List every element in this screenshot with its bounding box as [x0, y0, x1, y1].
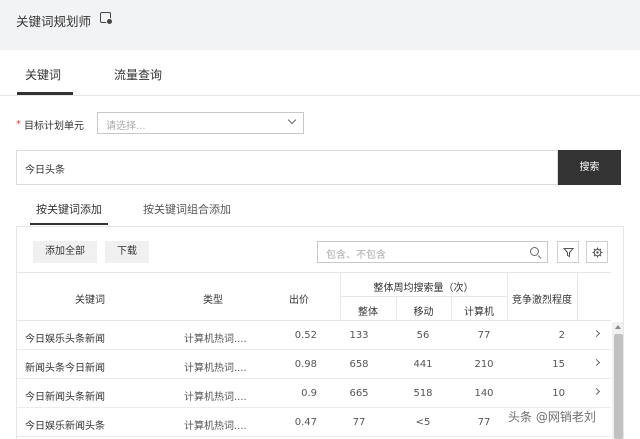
- col-divider: [577, 272, 578, 320]
- keyword-search-input[interactable]: 今日头条: [16, 150, 558, 185]
- main-tabs: 关键词 流量查询: [0, 50, 640, 96]
- row-type: 计算机热词....: [184, 334, 247, 345]
- search-input-value: 今日头条: [25, 165, 65, 176]
- tab-traffic-query[interactable]: 流量查询: [114, 66, 162, 83]
- col-header-type: 类型: [203, 295, 223, 306]
- required-mark: *: [16, 119, 21, 130]
- table-header-top-border: [17, 272, 611, 273]
- row-type: 计算机热词....: [184, 421, 247, 432]
- watermark: 头条 @网销老刘: [508, 410, 596, 424]
- row-keyword: 新闻头条今日新闻: [25, 363, 105, 374]
- gear-icon: [592, 247, 603, 258]
- row-pc: 77: [477, 330, 491, 341]
- subtab-add-by-combination[interactable]: 按关键词组合添加: [143, 201, 231, 217]
- row-pc: 140: [474, 388, 494, 399]
- row-type: 计算机热词....: [184, 363, 247, 374]
- scroll-up-arrow-icon[interactable]: [615, 325, 621, 329]
- unit-select[interactable]: 请选择...: [97, 112, 304, 134]
- table-row[interactable]: 今日娱乐头条新闻 计算机热词.... 0.52 133 56 77 2: [17, 321, 611, 350]
- active-subtab-indicator: [30, 223, 108, 225]
- row-keyword: 今日新闻头条新闻: [25, 392, 105, 403]
- row-pc: 210: [474, 359, 494, 370]
- chevron-right-icon[interactable]: [592, 358, 601, 367]
- col-header-keyword: 关键词: [75, 295, 105, 306]
- add-all-button[interactable]: 添加全部: [33, 241, 97, 263]
- subtab-add-by-keyword[interactable]: 按关键词添加: [36, 201, 102, 217]
- row-bid: 0.47: [294, 417, 317, 428]
- search-button[interactable]: 搜索: [558, 150, 621, 185]
- page-title: 关键词规划师: [16, 14, 92, 29]
- row-bid: 0.98: [294, 359, 317, 370]
- chevron-right-icon[interactable]: [592, 387, 601, 396]
- row-competition: 15: [552, 359, 565, 370]
- download-button[interactable]: 下载: [105, 241, 149, 263]
- row-competition: 2: [558, 330, 565, 341]
- row-mobile: 518: [413, 388, 433, 399]
- filter-placeholder: 包含、不包含: [326, 250, 386, 261]
- row-all: 77: [352, 417, 366, 428]
- chevron-down-icon: [287, 115, 297, 125]
- unit-select-placeholder: 请选择...: [106, 121, 146, 132]
- row-mobile: <5: [415, 417, 431, 428]
- col-header-mobile[interactable]: 移动: [396, 303, 451, 318]
- row-all: 658: [349, 359, 369, 370]
- col-header-bid[interactable]: 出价: [282, 291, 316, 306]
- table-row[interactable]: 新闻头条今日新闻 计算机热词.... 0.98 658 441 210 15: [17, 350, 611, 379]
- filter-input[interactable]: 包含、不包含: [317, 241, 548, 263]
- info-card-icon[interactable]: [100, 12, 113, 25]
- row-mobile: 441: [413, 359, 433, 370]
- col-header-pc[interactable]: 计算机: [451, 303, 507, 318]
- row-all: 133: [349, 330, 369, 341]
- row-type: 计算机热词....: [184, 392, 247, 403]
- row-bid: 0.52: [294, 330, 317, 341]
- table-row[interactable]: 今日新闻头条新闻 计算机热词.... 0.9 665 518 140 10: [17, 379, 611, 408]
- funnel-icon: [563, 248, 574, 258]
- settings-button[interactable]: [586, 241, 608, 263]
- unit-label: 目标计划单元: [24, 121, 84, 132]
- top-bar: 关键词规划师: [0, 0, 640, 50]
- tab-keyword[interactable]: 关键词: [25, 66, 61, 83]
- row-bid: 0.9: [301, 388, 317, 399]
- row-all: 665: [349, 388, 369, 399]
- col-header-competition[interactable]: 竞争激烈程度: [507, 291, 577, 306]
- chevron-right-icon[interactable]: [592, 329, 601, 338]
- filter-funnel-button[interactable]: [557, 241, 579, 263]
- row-keyword: 今日娱乐新闻头条: [25, 421, 105, 432]
- row-competition: 10: [552, 388, 565, 399]
- scrollbar-thumb[interactable]: [614, 334, 623, 439]
- active-tab-indicator: [17, 92, 73, 95]
- row-pc: 77: [477, 417, 491, 428]
- search-icon[interactable]: [530, 247, 539, 256]
- table-header-mid-border: [340, 296, 507, 297]
- row-mobile: 56: [416, 330, 430, 341]
- col-header-weekly-search: 整体周均搜索量（次）: [373, 283, 474, 294]
- col-header-all[interactable]: 整体: [340, 303, 396, 318]
- row-keyword: 今日娱乐头条新闻: [25, 334, 105, 345]
